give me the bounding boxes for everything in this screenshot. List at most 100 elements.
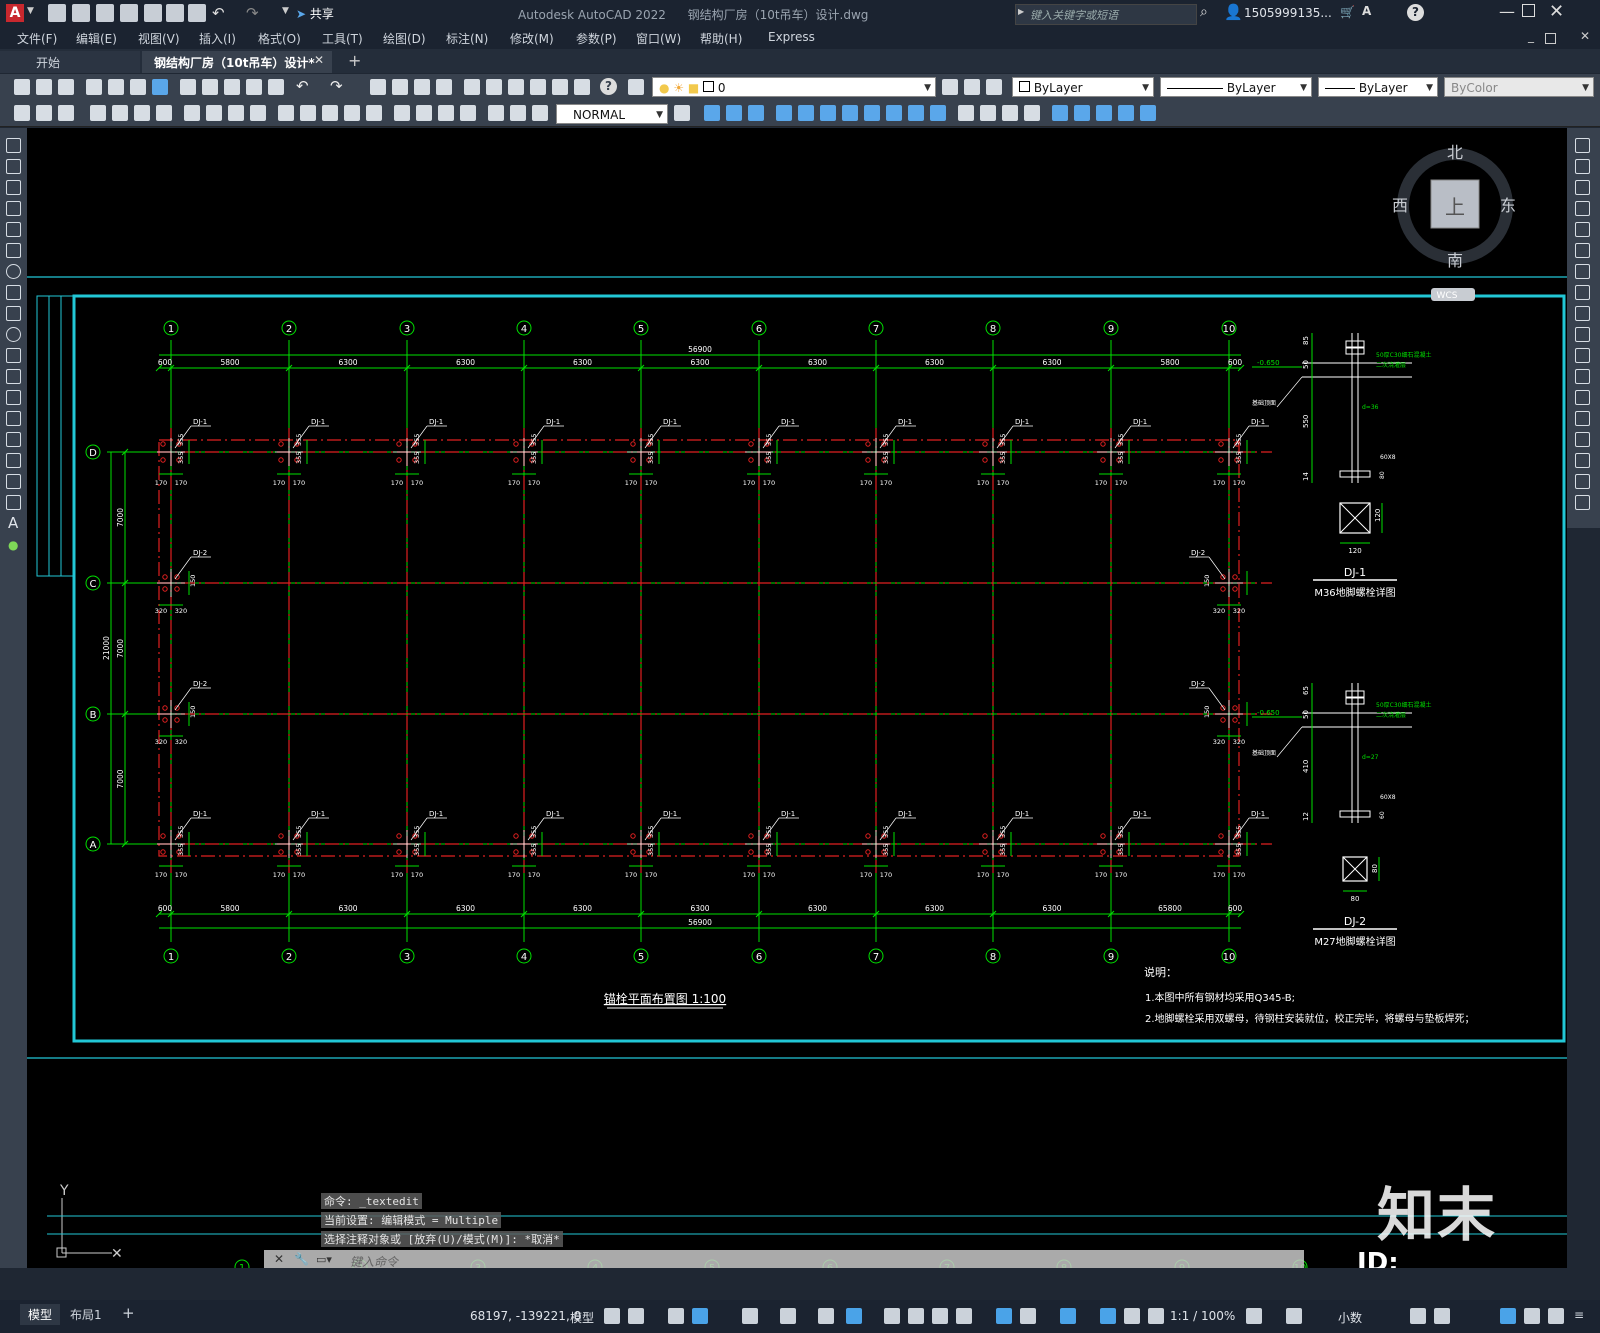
doc-close-icon[interactable]: ✕ xyxy=(1580,29,1590,43)
clean-screen-icon[interactable] xyxy=(1548,1308,1564,1324)
doc-restore-icon[interactable] xyxy=(1545,33,1556,44)
search-box[interactable]: ▶ 键入关键字或短语 xyxy=(1015,4,1197,25)
tool-palettes-icon[interactable] xyxy=(508,79,524,95)
join-icon[interactable] xyxy=(1575,411,1590,426)
share-button[interactable]: ➤ 共享 xyxy=(296,5,334,22)
3d-dwf-icon[interactable] xyxy=(152,79,168,95)
isodraft-icon[interactable] xyxy=(780,1308,796,1324)
plot-icon[interactable] xyxy=(188,4,206,22)
jogged-linear-icon[interactable] xyxy=(460,105,476,121)
user-account[interactable]: 1505999135... xyxy=(1244,6,1332,20)
break-point-icon[interactable] xyxy=(1575,369,1590,384)
add-layout-icon[interactable]: + xyxy=(122,1304,135,1322)
dim-update-icon[interactable] xyxy=(532,105,548,121)
save-as-icon[interactable] xyxy=(120,4,138,22)
doc-minimize-icon[interactable]: _ xyxy=(1528,29,1534,43)
modify-17-icon[interactable] xyxy=(1074,105,1090,121)
center-mark-icon[interactable] xyxy=(416,105,432,121)
customization-icon[interactable]: ≡ xyxy=(1574,1308,1584,1322)
modify-12-icon[interactable] xyxy=(958,105,974,121)
lineweight-dropdown[interactable]: ByLayer ▼ xyxy=(1318,77,1438,97)
restore-icon[interactable] xyxy=(1522,4,1535,17)
markup-icon[interactable] xyxy=(552,79,568,95)
save-icon[interactable] xyxy=(96,4,114,22)
zoom-window-icon[interactable] xyxy=(414,79,430,95)
point-icon[interactable] xyxy=(6,411,21,426)
offset-icon[interactable] xyxy=(1575,201,1590,216)
infer-constraints-icon[interactable] xyxy=(668,1308,684,1324)
menu-file[interactable]: 文件(F) xyxy=(17,30,57,47)
trim-icon[interactable] xyxy=(1575,327,1590,342)
plotstyle-dropdown[interactable]: ByColor ▼ xyxy=(1444,77,1594,97)
modify-19-icon[interactable] xyxy=(1118,105,1134,121)
selection-cycling-icon[interactable] xyxy=(932,1308,948,1324)
menu-express[interactable]: Express xyxy=(768,30,815,44)
minimize-icon[interactable]: — xyxy=(1499,2,1515,21)
dimstyle-dropdown[interactable]: NORMAL ▼ xyxy=(556,104,668,124)
command-input[interactable]: 键入命令 xyxy=(350,1253,398,1268)
new-tab-icon[interactable]: + xyxy=(348,51,361,70)
diameter-dim-icon[interactable] xyxy=(228,105,244,121)
mtext-icon[interactable]: A xyxy=(8,514,18,532)
layer-properties-icon[interactable] xyxy=(628,79,644,95)
move-icon[interactable] xyxy=(1575,243,1590,258)
array-icon[interactable] xyxy=(1575,222,1590,237)
auto-scale-icon[interactable] xyxy=(1124,1308,1140,1324)
ellipse-icon[interactable] xyxy=(6,327,21,342)
new-icon[interactable] xyxy=(14,79,30,95)
ellipse-arc-icon[interactable] xyxy=(6,348,21,363)
help-toolbar-icon[interactable]: ? xyxy=(600,78,617,95)
explode-icon[interactable] xyxy=(1575,495,1590,510)
search-icon[interactable]: ⌕ xyxy=(1200,4,1208,20)
dynamic-ucs-icon[interactable] xyxy=(996,1308,1012,1324)
lineweight-icon[interactable] xyxy=(884,1308,900,1324)
tool-c-icon[interactable] xyxy=(58,105,74,121)
dim-text-edit-icon[interactable] xyxy=(510,105,526,121)
polyline-icon[interactable] xyxy=(6,180,21,195)
blend-icon[interactable] xyxy=(1575,474,1590,489)
close-icon[interactable]: ✕ xyxy=(1549,1,1564,22)
arc-icon[interactable] xyxy=(6,243,21,258)
modify-6-icon[interactable] xyxy=(820,105,836,121)
quick-access-dropdown-icon[interactable]: ▼ xyxy=(282,6,289,16)
modify-20-icon[interactable] xyxy=(1140,105,1156,121)
menu-parametric[interactable]: 参数(P) xyxy=(576,30,617,47)
line-tool-icon[interactable] xyxy=(6,138,21,153)
linear-dim-icon[interactable] xyxy=(90,105,106,121)
modify-18-icon[interactable] xyxy=(1096,105,1112,121)
extend-icon[interactable] xyxy=(1575,348,1590,363)
inspection-icon[interactable] xyxy=(438,105,454,121)
cart-icon[interactable]: 🛒 xyxy=(1340,5,1355,19)
command-settings-icon[interactable]: 🔧 xyxy=(294,1252,309,1266)
modify-4-icon[interactable] xyxy=(776,105,792,121)
cut-icon[interactable] xyxy=(180,79,196,95)
open-icon[interactable] xyxy=(36,79,52,95)
menu-window[interactable]: 窗口(W) xyxy=(636,30,681,47)
copy-object-icon[interactable] xyxy=(1575,159,1590,174)
tab-model[interactable]: 模型 xyxy=(20,1304,61,1325)
publish-toolbar-icon[interactable] xyxy=(130,79,146,95)
app-menu-chevron-icon[interactable]: ▼ xyxy=(27,6,34,16)
table-icon[interactable] xyxy=(6,495,21,510)
object-snap-icon[interactable] xyxy=(846,1308,862,1324)
break-icon[interactable] xyxy=(1575,390,1590,405)
polygon-icon[interactable] xyxy=(6,201,21,216)
modify-7-icon[interactable] xyxy=(842,105,858,121)
annotation-scale-icon[interactable] xyxy=(1148,1308,1164,1324)
menu-insert[interactable]: 插入(I) xyxy=(199,30,236,47)
layer-states-icon[interactable] xyxy=(986,79,1002,95)
model-space-button[interactable]: 模型 xyxy=(570,1309,594,1326)
add-selected-icon[interactable]: ● xyxy=(8,538,18,552)
radius-dim-icon[interactable] xyxy=(184,105,200,121)
arc-length-icon[interactable] xyxy=(134,105,150,121)
angular-dim-icon[interactable] xyxy=(250,105,266,121)
design-center-icon[interactable] xyxy=(486,79,502,95)
circle-icon[interactable] xyxy=(6,264,21,279)
units-value[interactable]: 小数 xyxy=(1338,1309,1362,1326)
modify-5-icon[interactable] xyxy=(798,105,814,121)
drawing-canvas[interactable]: 上 北 南 西 东 WCS 11122233344455566677788899… xyxy=(27,128,1567,1268)
object-snap-tracking-icon[interactable] xyxy=(818,1308,834,1324)
user-icon[interactable]: 👤 xyxy=(1224,3,1243,21)
erase-icon[interactable] xyxy=(1575,138,1590,153)
publish-icon[interactable] xyxy=(166,4,184,22)
